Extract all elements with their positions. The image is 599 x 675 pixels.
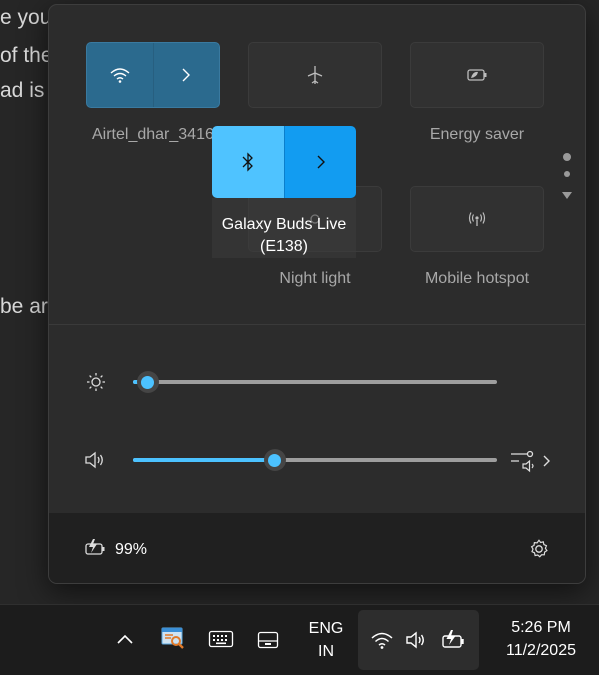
audio-output-icon bbox=[511, 450, 534, 473]
wifi-icon bbox=[110, 68, 130, 83]
page-down-arrow-icon[interactable] bbox=[561, 191, 573, 201]
background-text-3: ad is bbox=[0, 79, 45, 102]
chevron-right-icon bbox=[317, 155, 325, 169]
background-text-1: e you bbox=[0, 6, 52, 29]
clock-time: 5:26 PM bbox=[511, 619, 571, 636]
brightness-icon bbox=[87, 373, 105, 391]
hotspot-icon bbox=[468, 212, 486, 226]
quick-settings-panel: Airtel_dhar_3416 de Energy saver Night l… bbox=[48, 4, 586, 584]
page-indicator[interactable] bbox=[561, 151, 573, 207]
tablet-icon[interactable] bbox=[257, 631, 279, 649]
background-text-4: be ar bbox=[0, 295, 48, 318]
bluetooth-tile-dragging[interactable]: Galaxy Buds Live (E138) bbox=[212, 126, 356, 258]
volume-slider[interactable] bbox=[133, 458, 497, 462]
volume-slider-fill bbox=[133, 458, 275, 462]
wifi-expand-button[interactable] bbox=[154, 43, 220, 107]
wifi-toggle[interactable] bbox=[87, 43, 154, 107]
bluetooth-tile[interactable] bbox=[212, 126, 356, 198]
energy-saver-tile[interactable] bbox=[410, 42, 544, 108]
keyboard-icon[interactable] bbox=[208, 630, 234, 648]
system-tray-button[interactable] bbox=[358, 610, 479, 670]
gear-icon[interactable] bbox=[528, 538, 550, 560]
bluetooth-toggle[interactable] bbox=[212, 126, 284, 198]
chevron-up-icon[interactable] bbox=[116, 633, 134, 645]
page-dot-2[interactable] bbox=[564, 171, 570, 177]
language-indicator[interactable]: ENG IN bbox=[300, 617, 352, 663]
energy-saver-label: Energy saver bbox=[429, 126, 525, 143]
bluetooth-icon bbox=[242, 152, 253, 172]
airplane-mode-tile[interactable] bbox=[248, 42, 382, 108]
volume-slider-thumb[interactable] bbox=[263, 449, 286, 471]
language-code: ENG bbox=[308, 620, 344, 637]
clock-date: 11/2/2025 bbox=[506, 642, 576, 659]
audio-output-button[interactable] bbox=[509, 448, 555, 474]
wifi-tile[interactable] bbox=[86, 42, 220, 108]
quick-settings-footer: 99% bbox=[49, 513, 585, 583]
night-light-label: Night light bbox=[279, 270, 351, 287]
brightness-slider[interactable] bbox=[133, 380, 497, 384]
battery-percentage[interactable]: 99% bbox=[115, 541, 147, 559]
mobile-hotspot-tile[interactable] bbox=[410, 186, 544, 252]
airplane-icon bbox=[307, 66, 323, 84]
clock[interactable]: 5:26 PM 11/2/2025 bbox=[486, 616, 596, 662]
bluetooth-expand-button[interactable] bbox=[284, 126, 356, 198]
search-app-icon[interactable] bbox=[160, 625, 186, 651]
speaker-icon[interactable] bbox=[84, 450, 106, 470]
chevron-right-icon bbox=[543, 455, 550, 467]
brightness-slider-thumb[interactable] bbox=[136, 371, 159, 393]
section-divider bbox=[49, 324, 585, 325]
mobile-hotspot-label: Mobile hotspot bbox=[424, 270, 530, 287]
page-dot-1[interactable] bbox=[563, 153, 571, 161]
wifi-icon bbox=[371, 632, 393, 649]
bluetooth-device-id: (E138) bbox=[259, 238, 309, 255]
battery-icon[interactable] bbox=[84, 538, 108, 558]
taskbar: ENG IN 5:26 PM 11/2/2025 bbox=[0, 604, 599, 675]
bluetooth-device-name: Galaxy Buds Live bbox=[221, 216, 347, 233]
speaker-icon bbox=[406, 631, 424, 649]
energy-saver-icon bbox=[467, 69, 487, 81]
chevron-right-icon bbox=[182, 68, 191, 82]
background-text-2: of the bbox=[0, 44, 53, 67]
battery-icon bbox=[442, 630, 464, 648]
wifi-tile-label: Airtel_dhar_3416 bbox=[92, 126, 214, 143]
language-region: IN bbox=[318, 643, 334, 660]
